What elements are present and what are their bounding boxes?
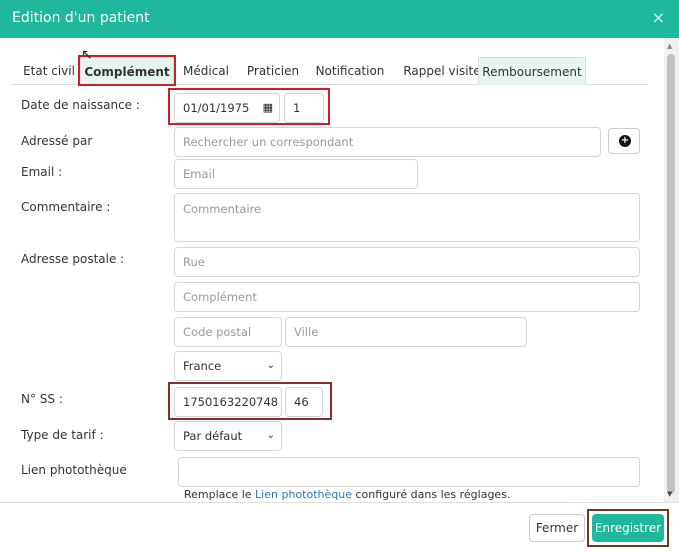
chevron-down-icon: ⌄ [266, 430, 275, 441]
tariff-select[interactable]: Par défaut ⌄ [174, 421, 282, 451]
hint-suffix: configuré dans les réglages. [351, 488, 511, 501]
scrollbar-thumb[interactable] [667, 54, 675, 494]
tab-praticien[interactable]: Praticien [244, 57, 302, 85]
tab-etat-civil[interactable]: Etat civil [16, 57, 82, 85]
photo-link-hint: Remplace le Lien photothèque configuré d… [184, 488, 510, 501]
close-button[interactable]: Fermer [529, 514, 585, 542]
tab-medical[interactable]: Médical [180, 57, 232, 85]
referred-by-search-input[interactable]: Rechercher un correspondant [174, 127, 601, 157]
close-icon[interactable]: × [652, 8, 665, 27]
tab-notification[interactable]: Notification [314, 57, 386, 85]
plus-circle-icon: + [619, 135, 631, 147]
chevron-down-icon: ⌄ [266, 360, 275, 371]
postal-code-input[interactable]: Code postal [174, 317, 282, 347]
scrollbar[interactable]: ▲ ▼ [664, 38, 679, 502]
tariff-label: Type de tarif : [21, 428, 104, 442]
mouse-cursor-icon: ↖ [81, 47, 93, 63]
highlight-birth-date [168, 88, 330, 125]
highlight-save-button [587, 509, 669, 547]
address-complement-input[interactable]: Complément [174, 282, 640, 312]
birth-date-label: Date de naissance : [21, 98, 140, 112]
ssn-label: N° SS : [21, 392, 63, 406]
tab-rappel-visite[interactable]: Rappel visite [398, 57, 486, 85]
scroll-down-icon[interactable]: ▼ [667, 490, 672, 498]
street-input[interactable]: Rue [174, 247, 640, 277]
city-input[interactable]: Ville [285, 317, 527, 347]
comment-label: Commentaire : [21, 200, 111, 214]
country-value: France [183, 359, 222, 373]
photo-link-settings-link[interactable]: Lien photothèque [255, 488, 352, 501]
highlight-ssn [168, 382, 332, 420]
add-correspondent-button[interactable]: + [608, 128, 640, 154]
email-label: Email : [21, 165, 63, 179]
tariff-value: Par défaut [183, 429, 243, 443]
photo-link-label: Lien photothèque [21, 463, 127, 477]
dialog-title: Edition d'un patient [12, 10, 150, 26]
photo-link-input[interactable] [178, 457, 640, 487]
comment-textarea[interactable]: Commentaire [174, 193, 640, 242]
address-label: Adresse postale : [21, 252, 125, 266]
dialog-header: Edition d'un patient × [0, 0, 679, 38]
tab-remboursement[interactable]: Remboursement [478, 57, 586, 85]
referred-by-label: Adressé par [21, 134, 93, 148]
email-input[interactable]: Email [174, 159, 418, 189]
patient-edit-dialog: Edition d'un patient × Etat civil Complé… [0, 0, 679, 552]
hint-prefix: Remplace le [184, 488, 256, 501]
footer-divider [0, 502, 679, 503]
country-select[interactable]: France ⌄ [174, 351, 282, 381]
scroll-up-icon[interactable]: ▲ [667, 42, 672, 50]
